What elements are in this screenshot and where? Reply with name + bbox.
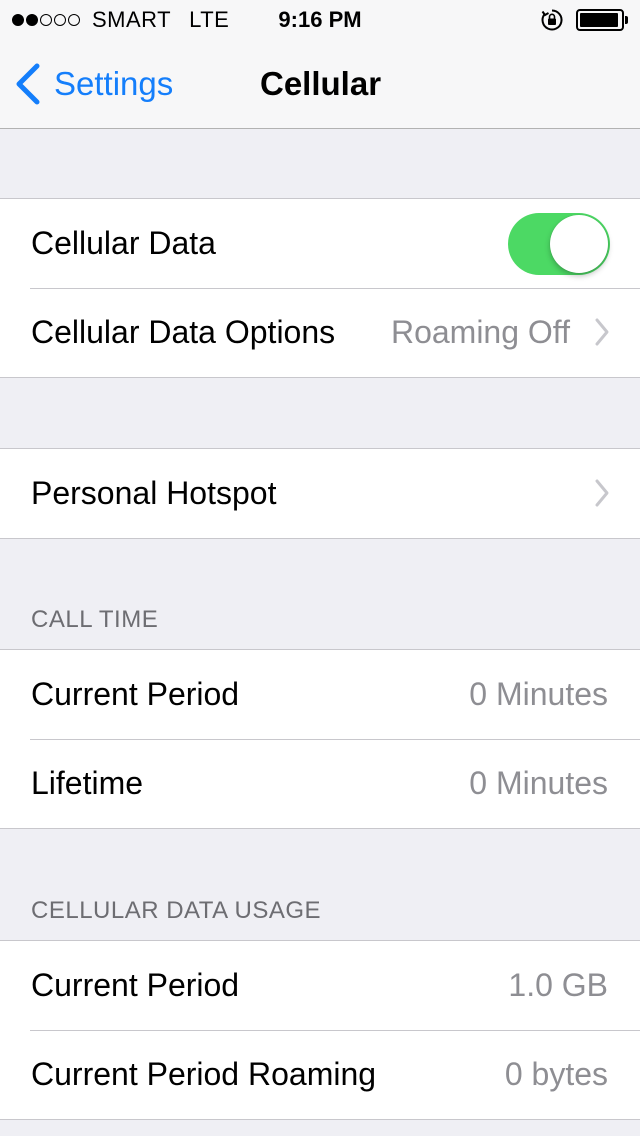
toggle-knob: [550, 215, 608, 273]
back-button-label: Settings: [54, 65, 174, 102]
cellular-data-toggle[interactable]: [508, 213, 610, 275]
rotation-lock-icon: [541, 9, 563, 31]
battery-fill: [580, 13, 618, 27]
battery-icon: [576, 9, 628, 31]
chevron-right-icon: [595, 479, 609, 507]
data-usage-current-row: Current Period 1.0 GB: [0, 941, 640, 1030]
status-bar: SMART LTE 9:16 PM: [0, 0, 640, 40]
top-bar: SMART LTE 9:16 PM Settings Cellular: [0, 0, 640, 129]
battery-tip: [625, 16, 628, 24]
chevron-left-icon: [16, 63, 40, 105]
personal-hotspot-row[interactable]: Personal Hotspot: [0, 449, 640, 538]
data-usage-roaming-row: Current Period Roaming 0 bytes: [0, 1030, 640, 1119]
call-time-lifetime-row: Lifetime 0 Minutes: [0, 739, 640, 828]
data-usage-current-label: Current Period: [31, 967, 240, 1003]
cellular-data-group: Cellular Data Cellular Data Options Roam…: [0, 198, 640, 378]
data-usage-roaming-label: Current Period Roaming: [31, 1056, 377, 1092]
call-time-current-value: 0 Minutes: [469, 676, 608, 712]
call-time-header: CALL TIME: [31, 606, 159, 633]
call-time-current-label: Current Period: [31, 676, 240, 712]
data-usage-header: CELLULAR DATA USAGE: [31, 897, 322, 924]
navigation-bar: Settings Cellular: [0, 40, 640, 128]
battery-body: [576, 9, 624, 31]
call-time-lifetime-value: 0 Minutes: [469, 765, 608, 801]
screen: SMART LTE 9:16 PM Settings Cellular Cell…: [0, 0, 640, 1136]
personal-hotspot-label: Personal Hotspot: [31, 475, 277, 511]
page-title: Cellular: [260, 65, 382, 102]
call-time-lifetime-label: Lifetime: [31, 765, 144, 801]
chevron-right-icon: [595, 318, 609, 346]
back-button[interactable]: Settings: [14, 63, 174, 105]
call-time-current-row: Current Period 0 Minutes: [0, 650, 640, 739]
cellular-data-options-row[interactable]: Cellular Data Options Roaming Off: [0, 288, 640, 377]
data-usage-group: Current Period 1.0 GB Current Period Roa…: [0, 940, 640, 1120]
cellular-data-options-label: Cellular Data Options: [31, 314, 336, 350]
cellular-data-label: Cellular Data: [31, 225, 216, 261]
call-time-group: Current Period 0 Minutes Lifetime 0 Minu…: [0, 649, 640, 829]
data-usage-roaming-value: 0 bytes: [504, 1056, 608, 1092]
status-right: [540, 8, 628, 32]
cellular-data-row: Cellular Data: [0, 199, 640, 288]
cellular-data-options-value: Roaming Off: [390, 314, 570, 350]
personal-hotspot-group: Personal Hotspot: [0, 448, 640, 539]
data-usage-current-value: 1.0 GB: [508, 967, 608, 1003]
